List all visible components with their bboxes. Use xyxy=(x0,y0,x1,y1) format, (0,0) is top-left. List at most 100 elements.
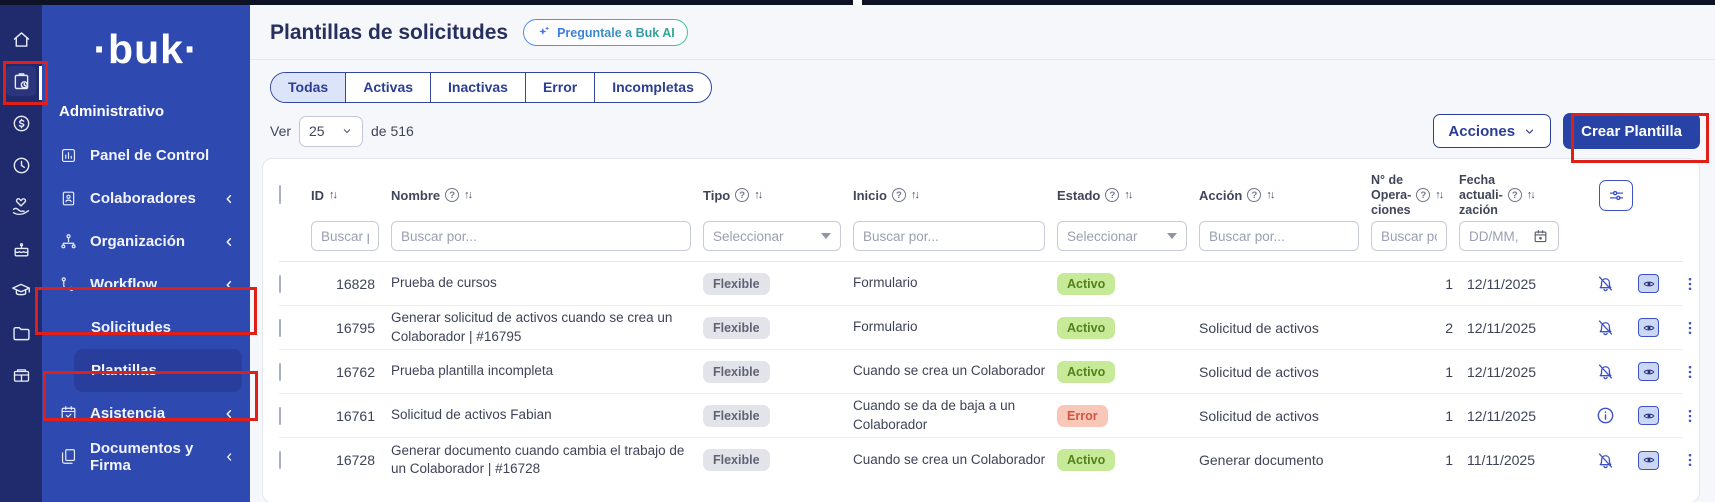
kebab-menu-icon[interactable] xyxy=(1681,275,1699,293)
row-checkbox[interactable] xyxy=(279,451,281,469)
sidebar-item-label: Workflow xyxy=(90,276,157,293)
filter-nombre-input[interactable] xyxy=(391,221,691,251)
sidebar-item-asistencia[interactable]: Asistencia xyxy=(42,392,250,435)
preview-button[interactable] xyxy=(1638,451,1659,470)
kebab-menu-icon[interactable] xyxy=(1681,451,1699,469)
cell-fecha: 12/11/2025 xyxy=(1459,276,1571,292)
help-icon[interactable]: ? xyxy=(735,188,749,202)
tab-incompletas[interactable]: Incompletas xyxy=(594,73,711,102)
filter-num-operaciones-input[interactable] xyxy=(1371,221,1447,251)
column-header-fecha-actualizacion: Fecha actuali- zación ? ↑↓ xyxy=(1459,173,1571,218)
sidebar-item-panel-de-control[interactable]: Panel de Control xyxy=(42,134,250,177)
rail-documentos-folder-icon[interactable] xyxy=(6,322,36,344)
sparkle-icon xyxy=(536,25,551,40)
help-icon[interactable]: ? xyxy=(445,188,459,202)
sort-icon[interactable]: ↑↓ xyxy=(1266,189,1273,201)
notifications-off-icon[interactable] xyxy=(1595,317,1616,338)
tab-error[interactable]: Error xyxy=(525,73,594,102)
kebab-menu-icon[interactable] xyxy=(1681,363,1699,381)
column-settings-button[interactable] xyxy=(1599,180,1633,211)
ask-buk-ai-label: Preguntale a Buk AI xyxy=(557,26,675,40)
kebab-menu-icon[interactable] xyxy=(1681,407,1699,425)
notifications-off-icon[interactable] xyxy=(1595,361,1616,382)
cell-accion: Generar documento xyxy=(1199,452,1371,468)
cell-num-operaciones: 1 xyxy=(1371,452,1459,468)
preview-button[interactable] xyxy=(1638,362,1659,381)
filter-inicio-input[interactable] xyxy=(853,221,1045,251)
sidebar-item-solicitudes[interactable]: Solicitudes xyxy=(74,306,242,349)
cell-id: 16762 xyxy=(311,364,391,380)
help-icon[interactable]: ? xyxy=(1105,188,1119,202)
sidebar-item-workflow[interactable]: Workflow xyxy=(42,263,250,306)
cell-fecha: 12/11/2025 xyxy=(1459,408,1571,424)
toolbar-actions: Acciones Crear Plantilla xyxy=(1433,113,1700,149)
help-icon[interactable]: ? xyxy=(1247,188,1261,202)
filter-tipo-select[interactable]: Seleccionar xyxy=(703,221,841,251)
rail-asistencia-clock-icon[interactable] xyxy=(6,154,36,176)
acciones-button[interactable]: Acciones xyxy=(1433,114,1551,148)
sort-icon[interactable]: ↑↓ xyxy=(754,189,761,201)
sidebar-item-label: Organización xyxy=(90,233,185,250)
rail-workflow-clipboard-icon[interactable] xyxy=(6,66,36,96)
ver-label: Ver xyxy=(270,123,291,139)
notifications-off-icon[interactable] xyxy=(1595,273,1616,294)
tab-todas[interactable]: Todas xyxy=(271,73,345,102)
column-header-accion: Acción ? ↑↓ xyxy=(1199,188,1371,203)
help-icon[interactable]: ? xyxy=(892,188,906,202)
sort-icon[interactable]: ↑↓ xyxy=(329,189,336,201)
sort-icon[interactable]: ↑↓ xyxy=(1435,189,1442,201)
rail-celebraciones-cake-icon[interactable] xyxy=(6,238,36,260)
page-size-select[interactable]: 25 xyxy=(299,116,363,147)
crear-plantilla-button[interactable]: Crear Plantilla xyxy=(1563,113,1700,149)
sidebar-menu: Panel de Control Colaboradores Organizac… xyxy=(42,134,250,478)
sidebar-item-documentos-y-firma[interactable]: Documentos y Firma xyxy=(42,435,250,478)
page-title: Plantillas de solicitudes xyxy=(270,21,508,45)
sort-icon[interactable]: ↑↓ xyxy=(911,189,918,201)
filter-id-input[interactable] xyxy=(311,221,379,251)
row-checkbox[interactable] xyxy=(279,319,281,337)
acciones-label: Acciones xyxy=(1448,123,1515,140)
sort-icon[interactable]: ↑↓ xyxy=(1527,189,1534,201)
kebab-menu-icon[interactable] xyxy=(1681,319,1699,337)
sidebar-item-plantillas[interactable]: Plantillas xyxy=(74,349,242,392)
sort-icon[interactable]: ↑↓ xyxy=(464,189,471,201)
column-header-num-operaciones: N° de Opera- ciones ? ↑↓ xyxy=(1371,173,1459,218)
rail-beneficios-hand-heart-icon[interactable] xyxy=(6,196,36,218)
cell-id: 16828 xyxy=(311,276,391,292)
cell-num-operaciones: 1 xyxy=(1371,276,1459,292)
tipo-badge: Flexible xyxy=(703,273,770,295)
sidebar: ·buk· Administrativo Panel de Control Co… xyxy=(42,0,250,502)
sidebar-item-colaboradores[interactable]: Colaboradores xyxy=(42,177,250,220)
help-icon[interactable]: ? xyxy=(1416,188,1430,202)
row-checkbox[interactable] xyxy=(279,275,281,293)
cell-inicio: Cuando se da de baja a un Colaborador xyxy=(853,397,1057,433)
row-checkbox[interactable] xyxy=(279,407,281,425)
filter-accion-input[interactable] xyxy=(1199,221,1359,251)
tab-activas[interactable]: Activas xyxy=(345,73,430,102)
cell-id: 16795 xyxy=(311,320,391,336)
filter-estado-select[interactable]: Seleccionar xyxy=(1057,221,1187,251)
ask-buk-ai-button[interactable]: Preguntale a Buk AI xyxy=(523,19,688,46)
rail-modulos-icon[interactable] xyxy=(6,364,36,386)
tipo-badge: Flexible xyxy=(703,317,770,339)
cell-id: 16761 xyxy=(311,408,391,424)
chevron-down-icon xyxy=(341,125,353,137)
notifications-off-icon[interactable] xyxy=(1595,450,1616,471)
rail-remuneraciones-icon[interactable] xyxy=(6,112,36,134)
sort-icon[interactable]: ↑↓ xyxy=(1124,189,1131,201)
preview-button[interactable] xyxy=(1638,274,1659,293)
rail-home-icon[interactable] xyxy=(6,28,36,50)
calendar-icon[interactable] xyxy=(1532,228,1549,245)
filter-fecha-input[interactable]: DD/MM, xyxy=(1459,221,1559,251)
sidebar-item-organizacion[interactable]: Organización xyxy=(42,220,250,263)
preview-button[interactable] xyxy=(1638,318,1659,337)
preview-button[interactable] xyxy=(1638,406,1659,425)
row-checkbox[interactable] xyxy=(279,363,281,381)
rail-capacitaciones-graduation-icon[interactable] xyxy=(6,280,36,302)
cell-inicio: Cuando se crea un Colaborador xyxy=(853,362,1057,380)
help-icon[interactable]: ? xyxy=(1508,188,1522,202)
select-all-checkbox[interactable] xyxy=(279,185,281,204)
info-icon[interactable] xyxy=(1595,405,1616,426)
tab-inactivas[interactable]: Inactivas xyxy=(430,73,525,102)
column-header-inicio: Inicio ? ↑↓ xyxy=(853,188,1057,203)
